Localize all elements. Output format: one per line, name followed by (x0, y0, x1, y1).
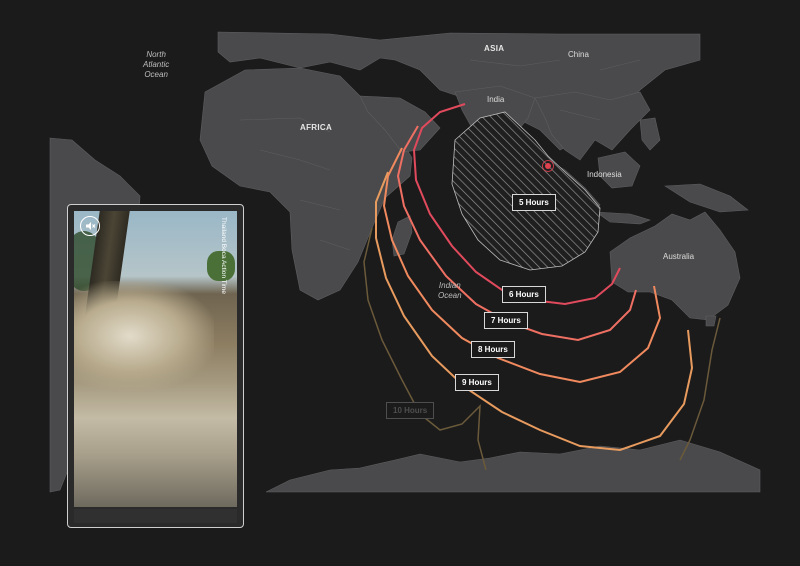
nine-hours-label: 9 Hours (455, 374, 499, 391)
wave-splash-image (74, 281, 214, 391)
southeast-asia-land (534, 91, 651, 161)
six-hours-label: 6 Hours (502, 286, 546, 303)
australia-land (609, 211, 741, 321)
tsunami-video-frame[interactable] (74, 211, 237, 507)
eight-hours-label: 8 Hours (471, 341, 515, 358)
north-atlantic-ocean-label: North Atlantic Ocean (143, 50, 170, 79)
seven-hours-label: 7 Hours (484, 312, 528, 329)
video-panel[interactable]: Thailand Boca Action Time (67, 204, 244, 528)
africa-label: AFRICA (300, 123, 333, 132)
australia-label: Australia (663, 252, 695, 261)
indonesia-label: Indonesia (587, 170, 622, 179)
indian-ocean-label: Indian Ocean (438, 281, 462, 300)
java-land (594, 211, 651, 225)
video-bottom-bar (74, 509, 237, 523)
video-credit: Thailand Boca Action Time (220, 217, 227, 294)
tasmania-land (705, 315, 717, 327)
india-label: India (487, 95, 505, 104)
new-guinea-land (664, 183, 749, 213)
madagascar-land (391, 215, 413, 257)
china-label: China (568, 50, 589, 59)
asia-label: ASIA (484, 44, 505, 53)
five-hours-label: 5 Hours (512, 194, 556, 211)
ten-hours-label: 10 Hours (386, 402, 435, 419)
philippines-land (639, 117, 661, 151)
speaker-mute-icon[interactable] (80, 216, 100, 236)
